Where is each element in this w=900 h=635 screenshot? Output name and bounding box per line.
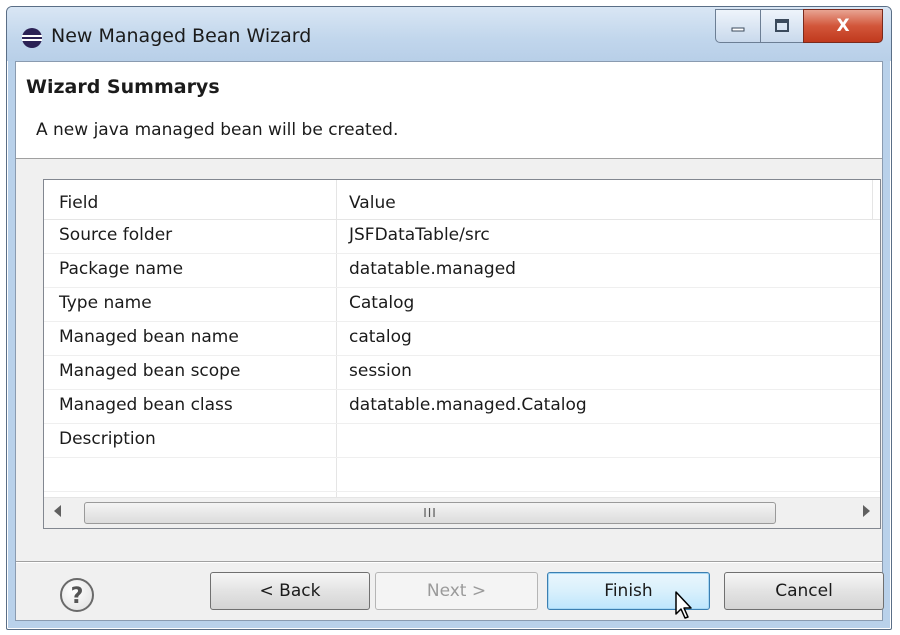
field-cell: Description [59, 429, 156, 449]
table-row[interactable]: Type name Catalog [44, 288, 880, 322]
wizard-window: New Managed Bean Wizard X Wizard Summary… [6, 6, 892, 630]
close-icon: X [836, 16, 850, 36]
minimize-icon [731, 27, 745, 32]
wizard-page-title: Wizard Summarys [26, 76, 220, 98]
field-cell: Managed bean scope [59, 361, 241, 381]
column-divider [872, 180, 873, 219]
value-cell: JSFDataTable/src [349, 225, 490, 245]
field-cell: Managed bean name [59, 327, 239, 347]
field-cell: Package name [59, 259, 184, 279]
table-row-empty [44, 458, 880, 492]
value-cell: catalog [349, 327, 412, 347]
button-bar-separator [16, 561, 882, 563]
value-cell: Catalog [349, 293, 415, 313]
table-row[interactable]: Managed bean name catalog [44, 322, 880, 356]
cancel-button[interactable]: Cancel [724, 572, 884, 610]
column-header-field[interactable]: Field [59, 193, 98, 213]
minimize-button[interactable] [715, 9, 761, 43]
next-button[interactable]: Next > [375, 572, 538, 610]
scroll-right-icon[interactable] [863, 505, 870, 517]
maximize-icon [775, 19, 789, 32]
field-cell: Source folder [59, 225, 173, 245]
scroll-thumb[interactable]: III [84, 502, 776, 524]
summary-table[interactable]: Field Value Source folder JSFDataTable/s… [43, 179, 881, 529]
table-row[interactable]: Managed bean class datatable.managed.Cat… [44, 390, 880, 424]
value-cell: datatable.managed [349, 259, 516, 279]
maximize-button[interactable] [760, 9, 804, 43]
column-header-value[interactable]: Value [349, 193, 396, 213]
back-button[interactable]: < Back [210, 572, 370, 610]
table-row[interactable]: Managed bean scope session [44, 356, 880, 390]
eclipse-icon [22, 28, 42, 48]
field-cell: Type name [59, 293, 152, 313]
window-controls: X [715, 9, 883, 43]
title-bar[interactable]: New Managed Bean Wizard X [7, 7, 891, 61]
field-cell: Managed bean class [59, 395, 233, 415]
close-button[interactable]: X [803, 9, 883, 43]
table-header: Field Value [44, 180, 880, 220]
wizard-page-description: A new java managed bean will be created. [36, 120, 399, 140]
table-row[interactable]: Package name datatable.managed [44, 254, 880, 288]
wizard-body: Wizard Summarys A new java managed bean … [15, 61, 884, 621]
horizontal-scrollbar[interactable]: III [44, 497, 880, 528]
wizard-header: Wizard Summarys A new java managed bean … [16, 62, 882, 159]
scroll-left-icon[interactable] [54, 505, 61, 517]
value-cell: datatable.managed.Catalog [349, 395, 587, 415]
table-row[interactable]: Description [44, 424, 880, 458]
table-row[interactable]: Source folder JSFDataTable/src [44, 220, 880, 254]
help-icon[interactable]: ? [60, 578, 94, 612]
mouse-pointer-icon [675, 591, 692, 619]
window-title: New Managed Bean Wizard [51, 25, 312, 47]
value-cell: session [349, 361, 412, 381]
